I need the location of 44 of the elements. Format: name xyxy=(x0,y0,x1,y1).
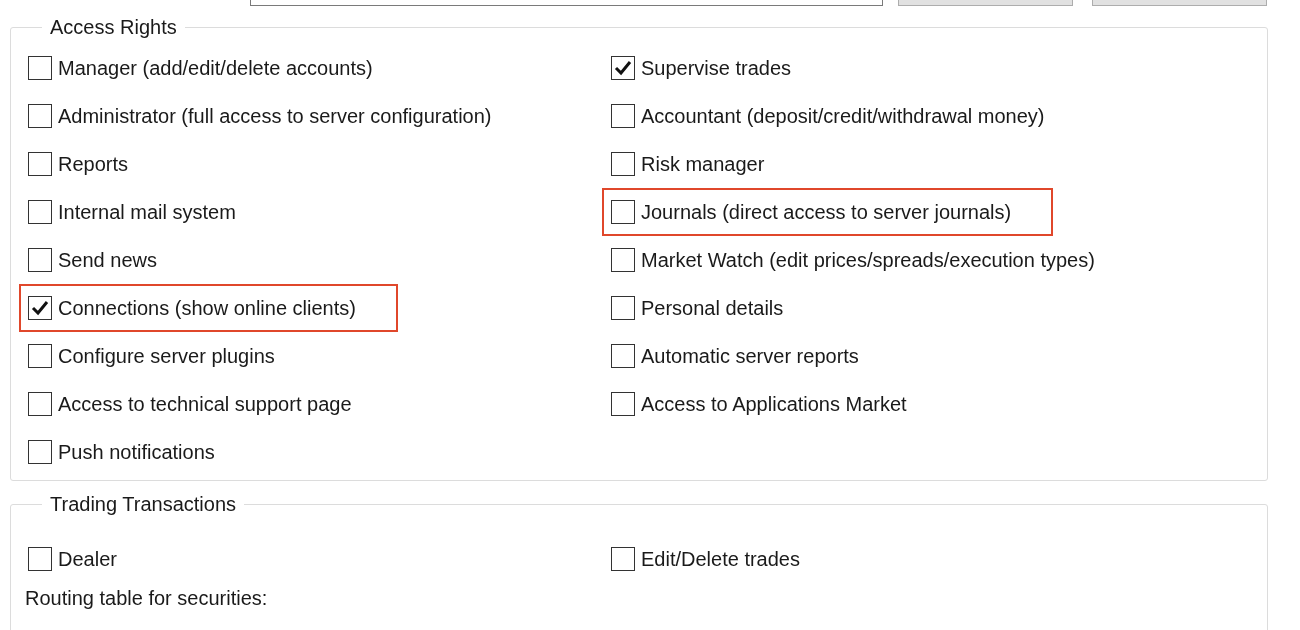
checkbox[interactable] xyxy=(28,200,52,224)
checkbox[interactable] xyxy=(611,248,635,272)
text-field[interactable] xyxy=(250,0,883,6)
checkmark-icon xyxy=(31,299,49,317)
checkbox-label: Internal mail system xyxy=(58,200,236,225)
checkbox-label: Edit/Delete trades xyxy=(641,547,800,572)
checkbox-label: Journals (direct access to server journals) xyxy=(641,200,1012,225)
checkbox-label: Send news xyxy=(58,248,157,273)
checkbox[interactable] xyxy=(611,56,635,80)
checkbox[interactable] xyxy=(28,547,52,571)
group-title: Access Rights xyxy=(49,15,178,40)
checkbox[interactable] xyxy=(28,344,52,368)
checkbox-label: Access to Applications Market xyxy=(641,392,907,417)
checkbox-label: Market Watch (edit prices/spreads/execution types) xyxy=(641,248,1095,273)
checkbox-label: Push notifications xyxy=(58,440,215,465)
checkbox-label: Connections (show online clients) xyxy=(58,296,356,321)
checkmark-icon xyxy=(614,59,632,77)
checkbox[interactable] xyxy=(611,104,635,128)
checkbox[interactable] xyxy=(28,248,52,272)
checkbox-label: Supervise trades xyxy=(641,56,792,81)
checkbox[interactable] xyxy=(611,344,635,368)
checkbox-label: Reports xyxy=(58,152,129,177)
checkbox-label: Risk manager xyxy=(641,152,765,177)
checkbox[interactable] xyxy=(611,296,635,320)
routing-label: Routing table for securities: xyxy=(25,586,268,611)
checkbox[interactable] xyxy=(611,392,635,416)
checkbox-label: Dealer xyxy=(58,547,117,572)
checkbox[interactable] xyxy=(28,56,52,80)
checkbox-label: Access to technical support page xyxy=(58,392,352,417)
checkbox-label: Configure server plugins xyxy=(58,344,275,369)
checkbox-label: Automatic server reports xyxy=(641,344,859,369)
checkbox-label: Personal details xyxy=(641,296,784,321)
checkbox[interactable] xyxy=(611,200,635,224)
checkbox[interactable] xyxy=(28,296,52,320)
checkbox-label: Accountant (deposit/credit/withdrawal money) xyxy=(641,104,1045,129)
checkbox[interactable] xyxy=(611,547,635,571)
checkbox[interactable] xyxy=(611,152,635,176)
checkbox[interactable] xyxy=(28,104,52,128)
checkbox[interactable] xyxy=(28,392,52,416)
checkbox[interactable] xyxy=(28,440,52,464)
checkbox[interactable] xyxy=(28,152,52,176)
checkbox-label: Manager (add/edit/delete accounts) xyxy=(58,56,373,81)
checkbox-label: Administrator (full access to server configuration) xyxy=(58,104,492,129)
group-title: Trading Transactions xyxy=(49,492,237,517)
